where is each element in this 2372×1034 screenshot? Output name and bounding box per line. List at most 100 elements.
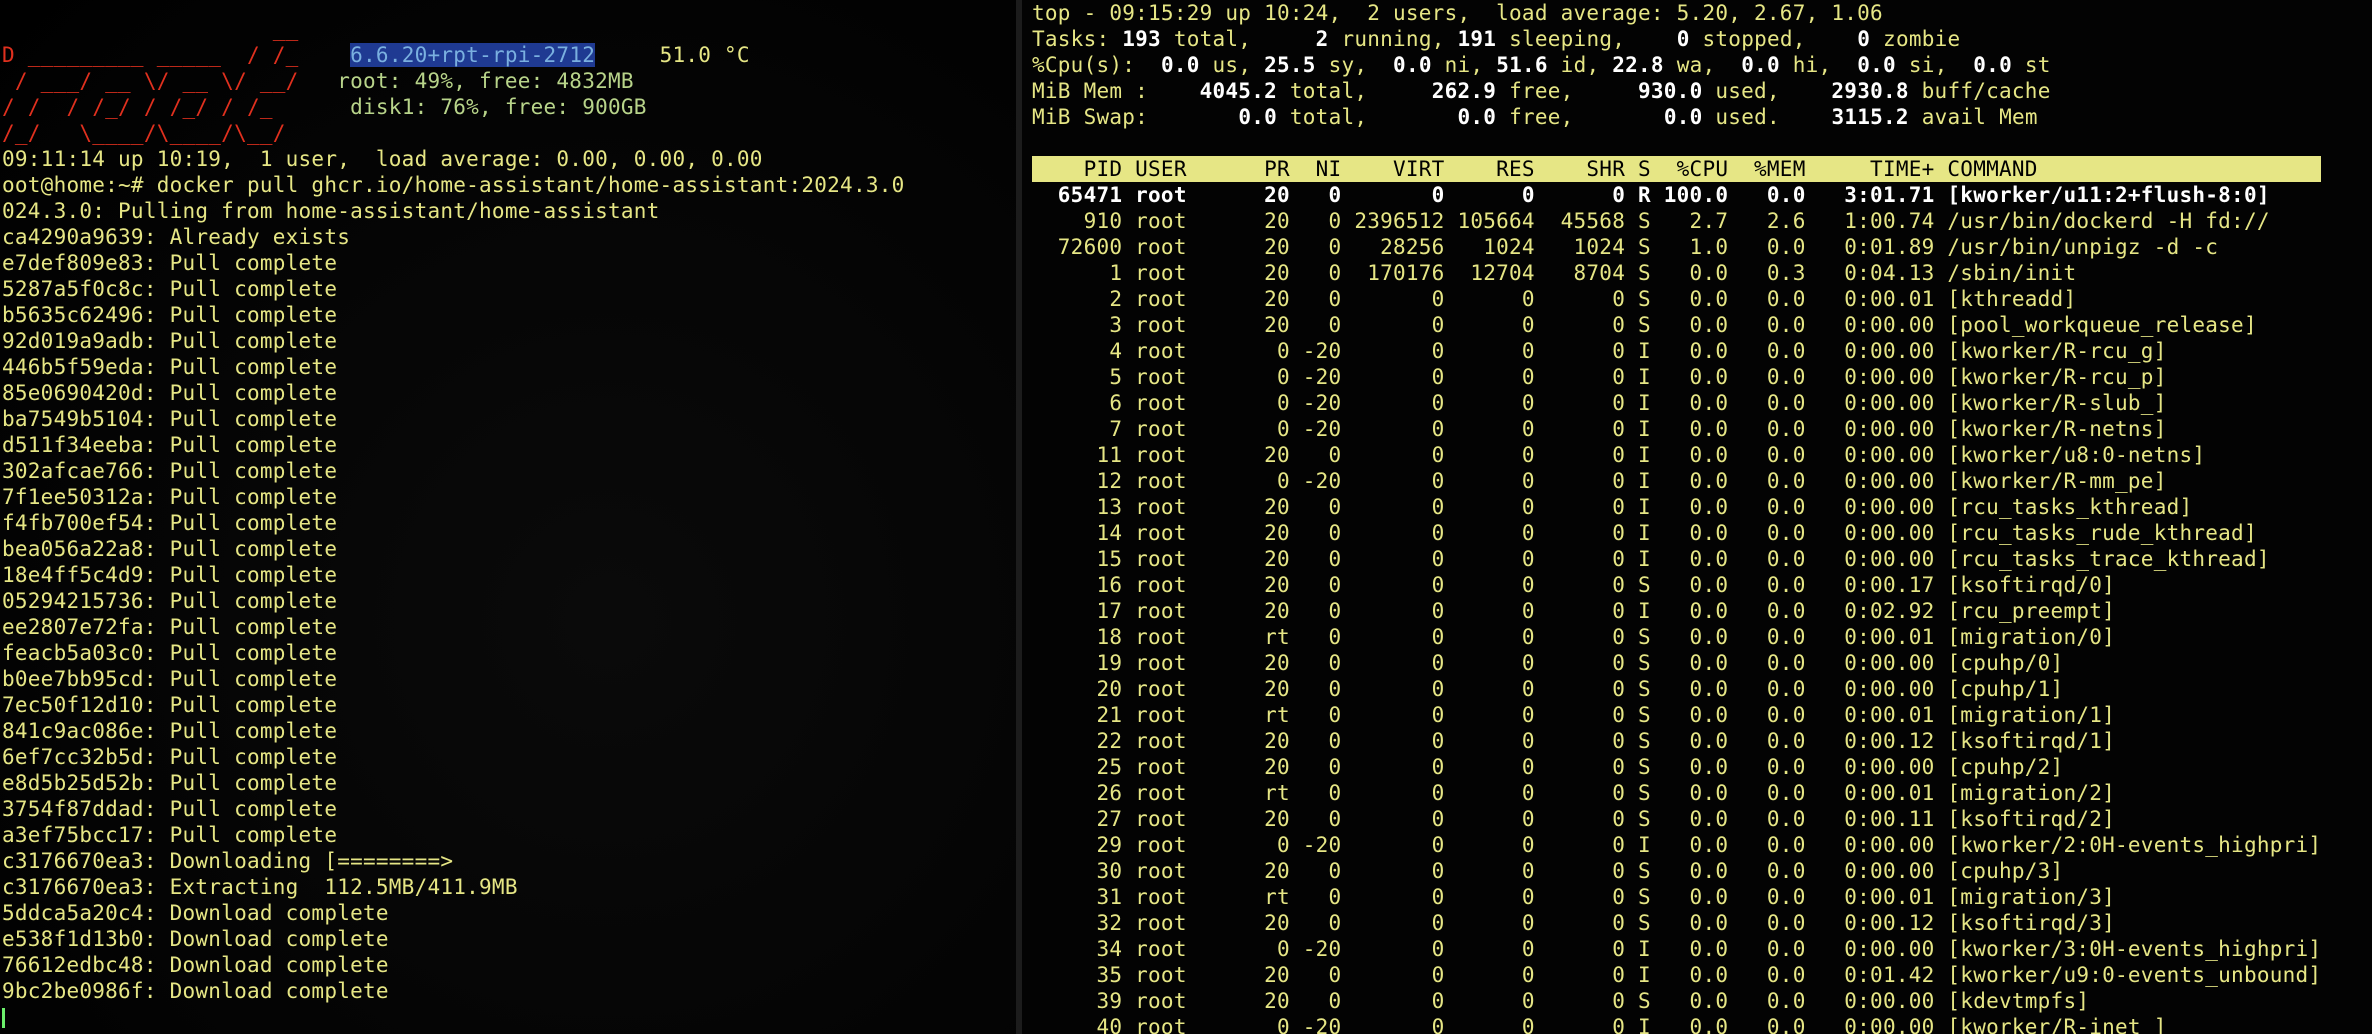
output-line: 85e0690420d: Pull complete <box>2 381 338 405</box>
process-row[interactable]: 16 root 20 0 0 0 0 S 0.0 0.0 0:00.17 [ks… <box>1032 572 2321 598</box>
process-row[interactable]: 15 root 20 0 0 0 0 I 0.0 0.0 0:00.00 [rc… <box>1032 546 2321 572</box>
swap-free: 0.0 <box>1457 105 1497 129</box>
process-row[interactable]: 17 root 20 0 0 0 0 I 0.0 0.0 0:02.92 [rc… <box>1032 598 2321 624</box>
tasks-line: Tasks: 193 total, 2 running, 191 sleepin… <box>1032 27 1961 51</box>
output-line: f4fb700ef54: Pull complete <box>2 511 338 535</box>
logo-line: / / / /_/ / /_/ / /_ <box>2 95 325 119</box>
output-line: 5287a5f0c8c: Pull complete <box>2 277 338 301</box>
process-row[interactable]: 30 root 20 0 0 0 0 S 0.0 0.0 0:00.00 [cp… <box>1032 858 2321 884</box>
banner-line-3: / / / /_/ / /_/ / /_ disk1: 76%, free: 9… <box>2 94 905 120</box>
cpu-us: 0.0 <box>1160 53 1200 77</box>
output-line: 7ec50f12d10: Pull complete <box>2 693 338 717</box>
process-row[interactable]: 27 root 20 0 0 0 0 S 0.0 0.0 0:00.11 [ks… <box>1032 806 2321 832</box>
process-row[interactable]: 39 root 20 0 0 0 0 S 0.0 0.0 0:00.00 [kd… <box>1032 988 2321 1014</box>
mem-label: MiB Mem : <box>1032 79 1149 103</box>
output-line: c3176670ea3: Extracting 112.5MB/411.9MB <box>2 875 518 899</box>
output-line: 18e4ff5c4d9: Pull complete <box>2 563 338 587</box>
output-line: ba7549b5104: Pull complete <box>2 407 338 431</box>
process-row[interactable]: 1 root 20 0 170176 12704 8704 S 0.0 0.3 … <box>1032 260 2321 286</box>
left-terminal-content: __ D _________ _____ / /_ 6.6.20+rpt-rpi… <box>2 16 905 1030</box>
mem-line: MiB Mem : 4045.2 total, 262.9 free, 930.… <box>1032 79 2051 103</box>
process-row[interactable]: 31 root rt 0 0 0 0 S 0.0 0.0 0:00.01 [mi… <box>1032 884 2321 910</box>
output-line: ee2807e72fa: Pull complete <box>2 615 338 639</box>
process-row[interactable]: 2 root 20 0 0 0 0 S 0.0 0.0 0:00.01 [kth… <box>1032 286 2321 312</box>
cpu-line: %Cpu(s): 0.0 us, 25.5 sy, 0.0 ni, 51.6 i… <box>1032 53 2051 77</box>
logo-line: /_/ \____/\____/\__/ <box>2 121 325 145</box>
process-table-header[interactable]: PID USER PR NI VIRT RES SHR S %CPU %MEM … <box>1032 156 2322 182</box>
output-line: e7def809e83: Pull complete <box>2 251 338 275</box>
prompt-cursor-line[interactable] <box>2 1004 905 1030</box>
banner-line-4: /_/ \____/\____/\__/ <box>2 120 905 146</box>
logo-line: / ___/ __ \/ __ \/ __/ <box>2 69 312 93</box>
process-row[interactable]: 11 root 20 0 0 0 0 I 0.0 0.0 0:00.00 [kw… <box>1032 442 2321 468</box>
logo-line: __ <box>2 17 338 41</box>
tasks-label: Tasks: <box>1032 27 1110 51</box>
process-row[interactable]: 4 root 0 -20 0 0 0 I 0.0 0.0 0:00.00 [kw… <box>1032 338 2321 364</box>
process-row[interactable]: 12 root 0 -20 0 0 0 I 0.0 0.0 0:00.00 [k… <box>1032 468 2321 494</box>
tasks-stopped: 0 <box>1676 27 1690 51</box>
process-row[interactable]: 72600 root 20 0 28256 1024 1024 S 1.0 0.… <box>1032 234 2321 260</box>
process-row[interactable]: 26 root rt 0 0 0 0 S 0.0 0.0 0:00.01 [mi… <box>1032 780 2321 806</box>
output-line: 302afcae766: Pull complete <box>2 459 338 483</box>
tasks-zombie: 0 <box>1857 27 1871 51</box>
output-line: d511f34eeba: Pull complete <box>2 433 338 457</box>
top-summary-line: top - 09:15:29 up 10:24, 2 users, load a… <box>1032 1 1883 25</box>
cpu-wa: 22.8 <box>1612 53 1664 77</box>
output-line: b5635c62496: Pull complete <box>2 303 338 327</box>
swap-avail-mem: 3115.2 <box>1831 105 1909 129</box>
process-row[interactable]: 21 root rt 0 0 0 0 S 0.0 0.0 0:00.01 [mi… <box>1032 702 2321 728</box>
output-line: bea056a22a8: Pull complete <box>2 537 338 561</box>
output-line: c3176670ea3: Downloading [========> <box>2 849 454 873</box>
process-row[interactable]: 910 root 20 0 2396512 105664 45568 S 2.7… <box>1032 208 2321 234</box>
output-line: e8d5b25d52b: Pull complete <box>2 771 338 795</box>
mem-buff-cache: 2930.8 <box>1831 79 1909 103</box>
process-row[interactable]: 14 root 20 0 0 0 0 I 0.0 0.0 0:00.00 [rc… <box>1032 520 2321 546</box>
banner-line-0: __ <box>2 16 905 42</box>
process-row[interactable]: 25 root 20 0 0 0 0 S 0.0 0.0 0:00.00 [cp… <box>1032 754 2321 780</box>
command-output: 024.3.0: Pulling from home-assistant/hom… <box>2 198 905 1004</box>
process-row[interactable]: 40 root 0 -20 0 0 0 I 0.0 0.0 0:00.00 [k… <box>1032 1014 2321 1034</box>
banner-line-2: / ___/ __ \/ __ \/ __/ root: 49%, free: … <box>2 68 905 94</box>
root-usage: root: 49%, free: 4832MB <box>337 69 634 93</box>
process-row[interactable]: 65471 root 20 0 0 0 0 R 100.0 0.0 3:01.7… <box>1032 182 2321 208</box>
output-line: 76612edbc48: Download complete <box>2 953 389 977</box>
output-line: 05294215736: Pull complete <box>2 589 338 613</box>
top-terminal-pane[interactable]: top - 09:15:29 up 10:24, 2 users, load a… <box>1022 0 2372 1034</box>
cpu-st: 0.0 <box>1973 53 2012 77</box>
output-line: feacb5a03c0: Pull complete <box>2 641 338 665</box>
output-line: 92d019a9adb: Pull complete <box>2 329 338 353</box>
process-row[interactable]: 34 root 0 -20 0 0 0 I 0.0 0.0 0:00.00 [k… <box>1032 936 2321 962</box>
process-row[interactable]: 3 root 20 0 0 0 0 S 0.0 0.0 0:00.00 [poo… <box>1032 312 2321 338</box>
process-row[interactable]: 20 root 20 0 0 0 0 S 0.0 0.0 0:00.00 [cp… <box>1032 676 2321 702</box>
banner-line-1: D _________ _____ / /_ 6.6.20+rpt-rpi-27… <box>2 42 905 68</box>
process-row[interactable]: 32 root 20 0 0 0 0 S 0.0 0.0 0:00.12 [ks… <box>1032 910 2321 936</box>
command-line: oot@home:~# docker pull ghcr.io/home-ass… <box>2 173 905 197</box>
logo-line: D _________ _____ / /_ <box>2 43 338 67</box>
cpu-ni: 0.0 <box>1393 53 1432 77</box>
process-row[interactable]: 19 root 20 0 0 0 0 S 0.0 0.0 0:00.00 [cp… <box>1032 650 2321 676</box>
text-cursor <box>2 1008 5 1028</box>
process-row[interactable]: 22 root 20 0 0 0 0 S 0.0 0.0 0:00.12 [ks… <box>1032 728 2321 754</box>
tasks-sleeping: 191 <box>1457 27 1497 51</box>
output-line: 841c9ac086e: Pull complete <box>2 719 338 743</box>
process-row[interactable]: 35 root 20 0 0 0 0 I 0.0 0.0 0:01.42 [kw… <box>1032 962 2321 988</box>
output-line: a3ef75bcc17: Pull complete <box>2 823 338 847</box>
cpu-sy: 25.5 <box>1264 53 1316 77</box>
kernel-version: 6.6.20+rpt-rpi-2712 <box>350 43 596 67</box>
tasks-total: 193 <box>1122 27 1161 51</box>
output-line: 7f1ee50312a: Pull complete <box>2 485 338 509</box>
process-row[interactable]: 29 root 0 -20 0 0 0 I 0.0 0.0 0:00.00 [k… <box>1032 832 2321 858</box>
process-row[interactable]: 13 root 20 0 0 0 0 I 0.0 0.0 0:00.00 [rc… <box>1032 494 2321 520</box>
mem-free: 262.9 <box>1431 79 1497 103</box>
process-table: 65471 root 20 0 0 0 0 R 100.0 0.0 3:01.7… <box>1032 182 2321 1034</box>
left-terminal-pane[interactable]: __ D _________ _____ / /_ 6.6.20+rpt-rpi… <box>0 0 1016 1034</box>
uptime-line: 09:11:14 up 10:19, 1 user, load average:… <box>2 147 763 171</box>
process-row[interactable]: 6 root 0 -20 0 0 0 I 0.0 0.0 0:00.00 [kw… <box>1032 390 2321 416</box>
mem-total: 4045.2 <box>1199 79 1277 103</box>
process-row[interactable]: 5 root 0 -20 0 0 0 I 0.0 0.0 0:00.00 [kw… <box>1032 364 2321 390</box>
process-row[interactable]: 7 root 0 -20 0 0 0 I 0.0 0.0 0:00.00 [kw… <box>1032 416 2321 442</box>
top-content: top - 09:15:29 up 10:24, 2 users, load a… <box>1032 0 2322 1034</box>
process-row[interactable]: 18 root rt 0 0 0 0 S 0.0 0.0 0:00.01 [mi… <box>1032 624 2321 650</box>
output-line: 9bc2be0986f: Download complete <box>2 979 389 1003</box>
